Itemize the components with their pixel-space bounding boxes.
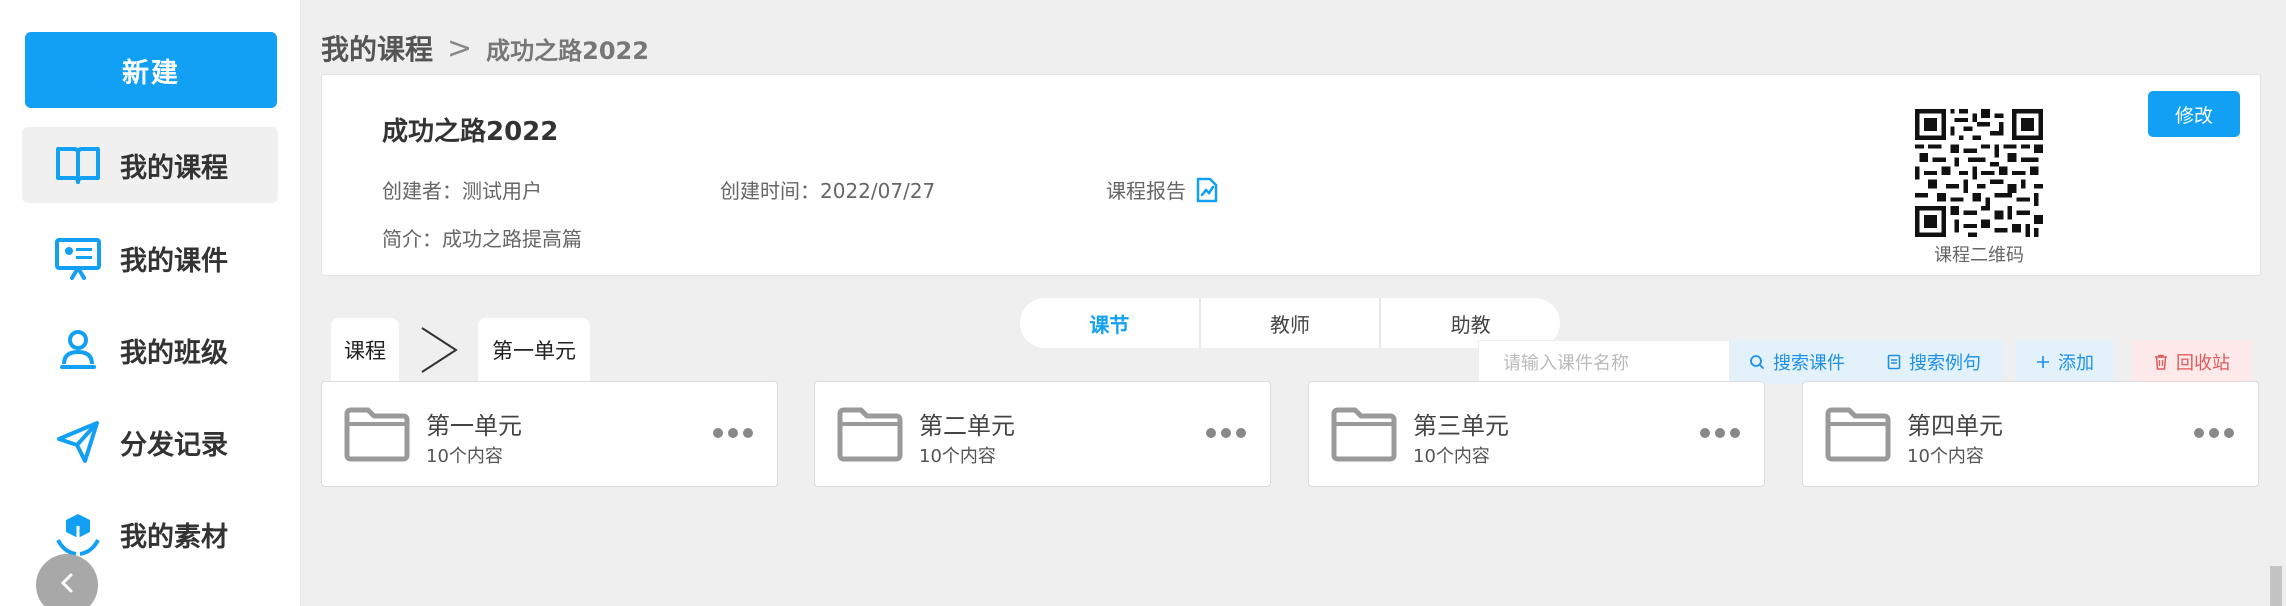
course-creator: 创建者：测试用户 — [382, 179, 542, 203]
materials-icon — [54, 510, 102, 558]
unit-content-count: 10个内容 — [1413, 446, 1490, 467]
unit-name: 第三单元 — [1413, 412, 1509, 440]
qr-code-label: 课程二维码 — [1934, 245, 2024, 266]
more-options-icon[interactable] — [713, 426, 753, 440]
trash-icon — [2154, 354, 2168, 370]
sidebar-item-label: 我的素材 — [120, 521, 228, 553]
course-info-card: 成功之路2022 创建者：测试用户 创建时间：2022/07/27 课程报告 简… — [321, 74, 2261, 276]
folder-icon — [837, 407, 903, 462]
unit-content-count: 10个内容 — [1907, 446, 1984, 467]
course-intro: 简介：成功之路提高篇 — [382, 227, 582, 251]
sidebar-item-my-classes[interactable]: 我的班级 — [22, 312, 278, 388]
breadcrumb-root[interactable]: 我的课程 — [321, 28, 433, 68]
sidebar-item-label: 我的课程 — [120, 152, 228, 184]
tab-teachers[interactable]: 教师 — [1201, 298, 1382, 348]
course-created-date: 创建时间：2022/07/27 — [720, 179, 936, 203]
search-courseware-button[interactable]: 搜索课件 — [1730, 340, 1864, 384]
course-title: 成功之路2022 — [382, 117, 559, 147]
recycle-bin-button[interactable]: 回收站 — [2132, 340, 2252, 384]
sidebar-item-distribution-records[interactable]: 分发记录 — [22, 404, 278, 480]
breadcrumb-separator: > — [447, 30, 473, 66]
sidebar-item-my-coursewares[interactable]: 我的课件 — [22, 220, 278, 296]
tab-lessons[interactable]: 课节 — [1020, 298, 1201, 348]
unit-name: 第一单元 — [426, 412, 522, 440]
unit-content-count: 10个内容 — [426, 446, 503, 467]
more-options-icon[interactable] — [1700, 426, 1740, 440]
document-icon — [1887, 354, 1901, 370]
unit-name: 第四单元 — [1907, 412, 2003, 440]
unit-content-count: 10个内容 — [919, 446, 996, 467]
search-cases-button[interactable]: 搜索例句 — [1864, 340, 2004, 384]
more-options-icon[interactable] — [2194, 426, 2234, 440]
sidebar: 新建 我的课程 我的课件 我的班级 分发记录 我的素材 — [0, 0, 301, 606]
unit-card[interactable]: 第三单元 10个内容 — [1308, 381, 1765, 487]
breadcrumb: 我的课程 > 成功之路2022 — [321, 28, 649, 68]
unit-card[interactable]: 第二单元 10个内容 — [814, 381, 1271, 487]
path-chevron-icon — [421, 327, 458, 373]
folder-icon — [1825, 407, 1891, 462]
sidebar-item-my-courses[interactable]: 我的课程 — [22, 127, 278, 203]
plus-icon — [2036, 355, 2050, 369]
edit-course-button[interactable]: 修改 — [2148, 91, 2240, 137]
path-chip-unit[interactable]: 第一单元 — [478, 318, 590, 382]
new-button[interactable]: 新建 — [25, 32, 277, 108]
sidebar-item-label: 我的课件 — [120, 245, 228, 277]
path-chip-course[interactable]: 课程 — [331, 318, 399, 382]
course-report-link[interactable]: 课程报告 — [1106, 175, 1218, 204]
recycle-bin-label: 回收站 — [2176, 353, 2230, 374]
more-options-icon[interactable] — [1206, 426, 1246, 440]
class-user-icon — [54, 326, 102, 374]
folder-icon — [1331, 407, 1397, 462]
presentation-icon — [54, 234, 102, 282]
scrollbar-thumb[interactable] — [2270, 566, 2282, 606]
search-courseware-label: 搜索课件 — [1773, 353, 1845, 374]
add-label: 添加 — [2058, 353, 2094, 374]
qr-code-image — [1915, 109, 2043, 237]
unit-name: 第二单元 — [919, 412, 1015, 440]
courseware-search-input[interactable]: 请输入课件名称 — [1478, 340, 1730, 384]
search-cases-label: 搜索例句 — [1909, 353, 1981, 374]
breadcrumb-current: 成功之路2022 — [486, 36, 649, 65]
unit-card[interactable]: 第四单元 10个内容 — [1802, 381, 2259, 487]
sidebar-item-label: 分发记录 — [120, 429, 228, 461]
sidebar-item-label: 我的班级 — [120, 337, 228, 369]
course-report-label: 课程报告 — [1106, 179, 1186, 203]
folder-icon — [344, 407, 410, 462]
add-button[interactable]: 添加 — [2016, 340, 2114, 384]
unit-card[interactable]: 第一单元 10个内容 — [321, 381, 778, 487]
search-icon — [1749, 354, 1765, 370]
report-chart-icon[interactable] — [1196, 177, 1218, 203]
book-icon — [54, 141, 102, 189]
chevron-left-icon — [57, 571, 77, 599]
send-icon — [54, 418, 102, 466]
